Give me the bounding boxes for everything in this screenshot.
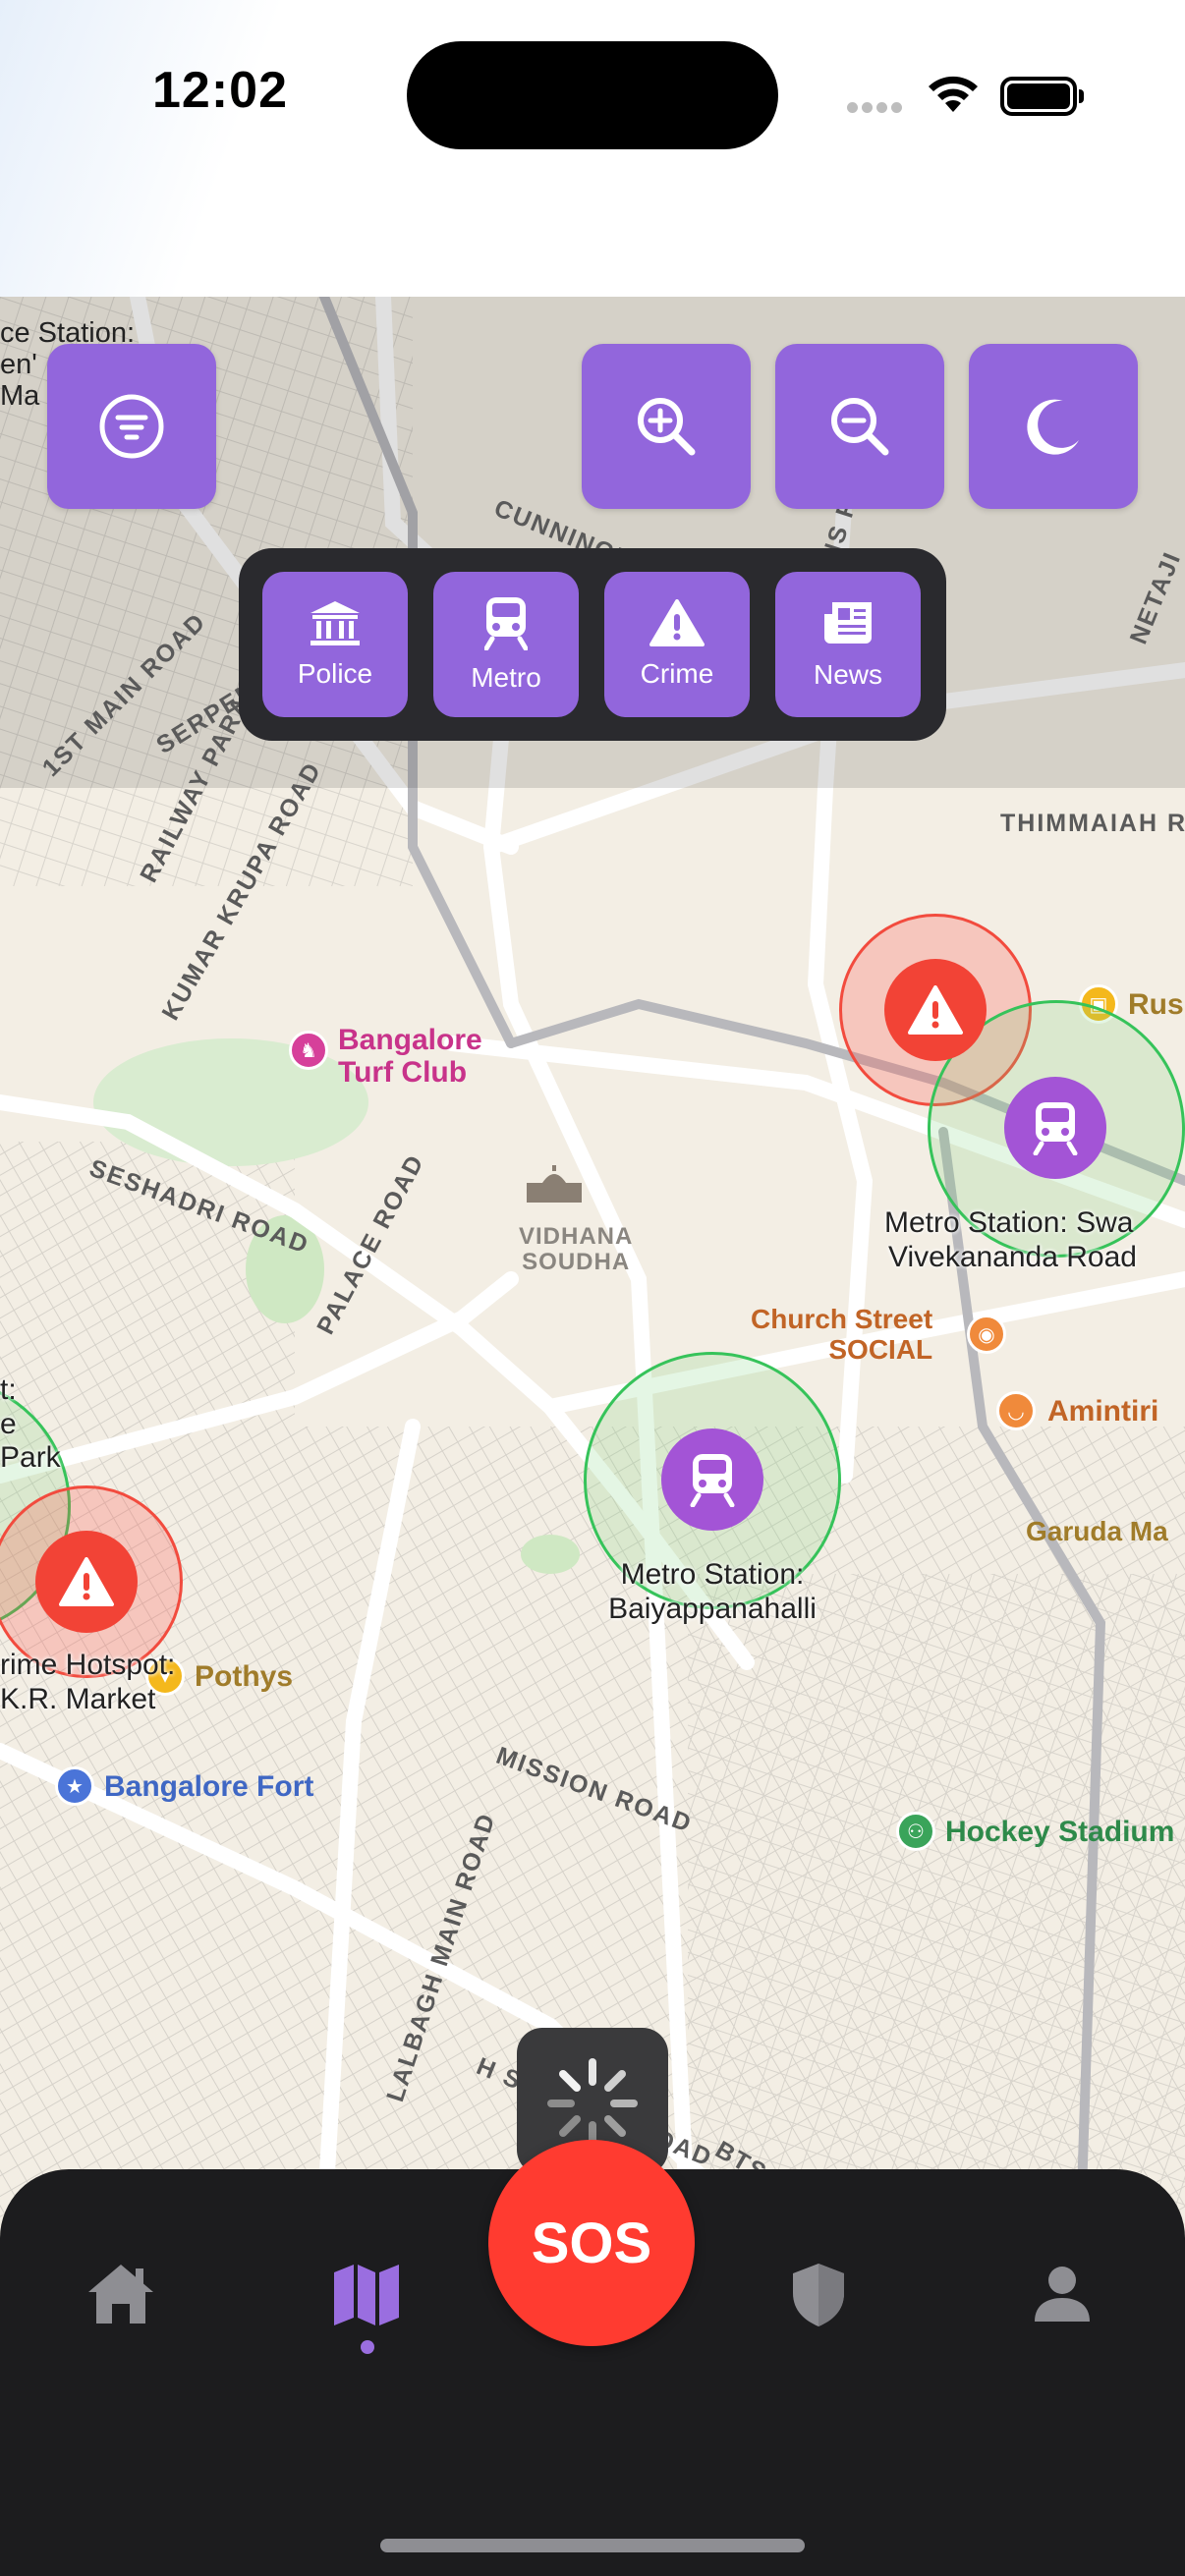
metro-baiyappanahalli-label: Metro Station: Baiyappanahalli	[590, 1558, 835, 1626]
zoom-out-icon	[831, 398, 889, 456]
crime-kr-label-line2: K.R. Market	[0, 1682, 156, 1715]
sos-button[interactable]: SOS	[488, 2140, 695, 2346]
crime-kr-label-line1: rime Hotspot:	[0, 1649, 176, 1681]
road-label-thimmaiah: THIMMAIAH RO	[1000, 810, 1185, 837]
poi-vidhana-line2: SOUDHA	[522, 1249, 631, 1276]
battery-icon	[1000, 77, 1084, 116]
filter-button[interactable]	[47, 344, 216, 509]
poi-amintiri[interactable]: Amintiri	[1047, 1395, 1158, 1428]
left-park-label: t: e Park	[0, 1373, 61, 1476]
crime-kr-market-label: rime Hotspot: K.R. Market	[0, 1649, 175, 1716]
zoom-in-icon	[638, 398, 696, 456]
poi-vidhana-line1: VIDHANA	[519, 1223, 634, 1250]
poi-pothys[interactable]: Pothys	[195, 1660, 293, 1693]
poi-church-street-social[interactable]: Church Street SOCIAL	[751, 1304, 933, 1366]
layer-metro-label: Metro	[471, 662, 541, 693]
layer-crime-label: Crime	[640, 658, 714, 689]
tab-home[interactable]	[77, 2250, 165, 2338]
metro-marker-icon[interactable]	[1004, 1077, 1106, 1179]
poi-church-line2: SOCIAL	[828, 1333, 933, 1365]
poi-hockey-stadium[interactable]: Hockey Stadium	[945, 1816, 1174, 1848]
turf-club-pin-icon[interactable]: ♞	[289, 1031, 328, 1070]
moon-icon	[1027, 399, 1079, 455]
dark-mode-button[interactable]	[969, 344, 1138, 509]
layer-metro-button[interactable]: Metro	[433, 572, 579, 717]
status-bar: 12:02	[0, 0, 1185, 297]
metro-baiyap-label-line1: Metro Station:	[620, 1558, 805, 1591]
layer-crime-button[interactable]: Crime	[604, 572, 750, 717]
train-icon	[484, 597, 528, 650]
poi-turf-club-line1: Bangalore	[338, 1024, 482, 1056]
poi-church-line1: Church Street	[751, 1304, 933, 1334]
tab-safety[interactable]	[774, 2250, 863, 2338]
metro-swami-label-line1: Metro Station: Swa	[884, 1206, 1134, 1239]
dynamic-island	[407, 41, 778, 149]
poi-garuda-mall[interactable]: Garuda Ma	[1026, 1516, 1168, 1547]
layer-police-button[interactable]: Police	[262, 572, 408, 717]
left-park-label-line1: t:	[0, 1373, 17, 1406]
left-park-label-line2: e	[0, 1407, 17, 1440]
person-icon	[1035, 2267, 1090, 2322]
layer-news-button[interactable]: News	[775, 572, 921, 717]
tab-profile[interactable]	[1018, 2250, 1106, 2338]
layer-news-label: News	[813, 659, 882, 690]
vidhana-soudha-building-icon	[525, 1165, 584, 1204]
map-icon	[334, 2265, 399, 2325]
filter-icon	[99, 394, 164, 459]
home-indicator	[380, 2539, 805, 2552]
poi-turf-club[interactable]: Bangalore Turf Club	[338, 1024, 482, 1089]
active-tab-indicator	[361, 2340, 374, 2354]
zoom-in-button[interactable]	[582, 344, 751, 509]
tab-map[interactable]	[322, 2250, 411, 2338]
poi-turf-club-line2: Turf Club	[338, 1056, 468, 1089]
layer-toggle-panel: Police Metro Crime News	[239, 548, 946, 741]
warning-icon	[649, 599, 705, 646]
bank-icon	[310, 601, 360, 645]
poi-bangalore-fort[interactable]: Bangalore Fort	[104, 1770, 313, 1803]
home-icon	[88, 2265, 153, 2324]
metro-swami-label-line2: Vivekananda Road	[888, 1240, 1137, 1273]
crime-marker-icon-kr-market[interactable]	[35, 1531, 138, 1633]
shield-icon	[793, 2264, 844, 2326]
newspaper-icon	[824, 602, 872, 644]
metro-marker-icon-baiyappanahalli[interactable]	[661, 1428, 763, 1531]
restaurant-pin-icon[interactable]: ◉	[967, 1315, 1006, 1354]
wifi-icon	[929, 76, 978, 112]
crime-marker-icon[interactable]	[884, 959, 987, 1061]
status-time: 12:02	[152, 62, 288, 119]
metro-baiyap-label-line2: Baiyappanahalli	[608, 1592, 817, 1625]
poi-vidhana-soudha[interactable]: VIDHANA SOUDHA	[519, 1223, 634, 1276]
cafe-pin-icon[interactable]: ◡	[996, 1391, 1036, 1430]
poi-rus[interactable]: Rus	[1128, 988, 1184, 1021]
metro-swami-label: Metro Station: Swa Vivekananda Road	[884, 1206, 1137, 1274]
landmark-star-icon[interactable]: ★	[55, 1766, 94, 1806]
zoom-out-button[interactable]	[775, 344, 944, 509]
cellular-signal-icon	[847, 100, 906, 118]
layer-police-label: Police	[297, 658, 373, 689]
left-park-label-line3: Park	[0, 1441, 61, 1474]
stadium-pin-icon[interactable]: ⚇	[896, 1812, 935, 1851]
